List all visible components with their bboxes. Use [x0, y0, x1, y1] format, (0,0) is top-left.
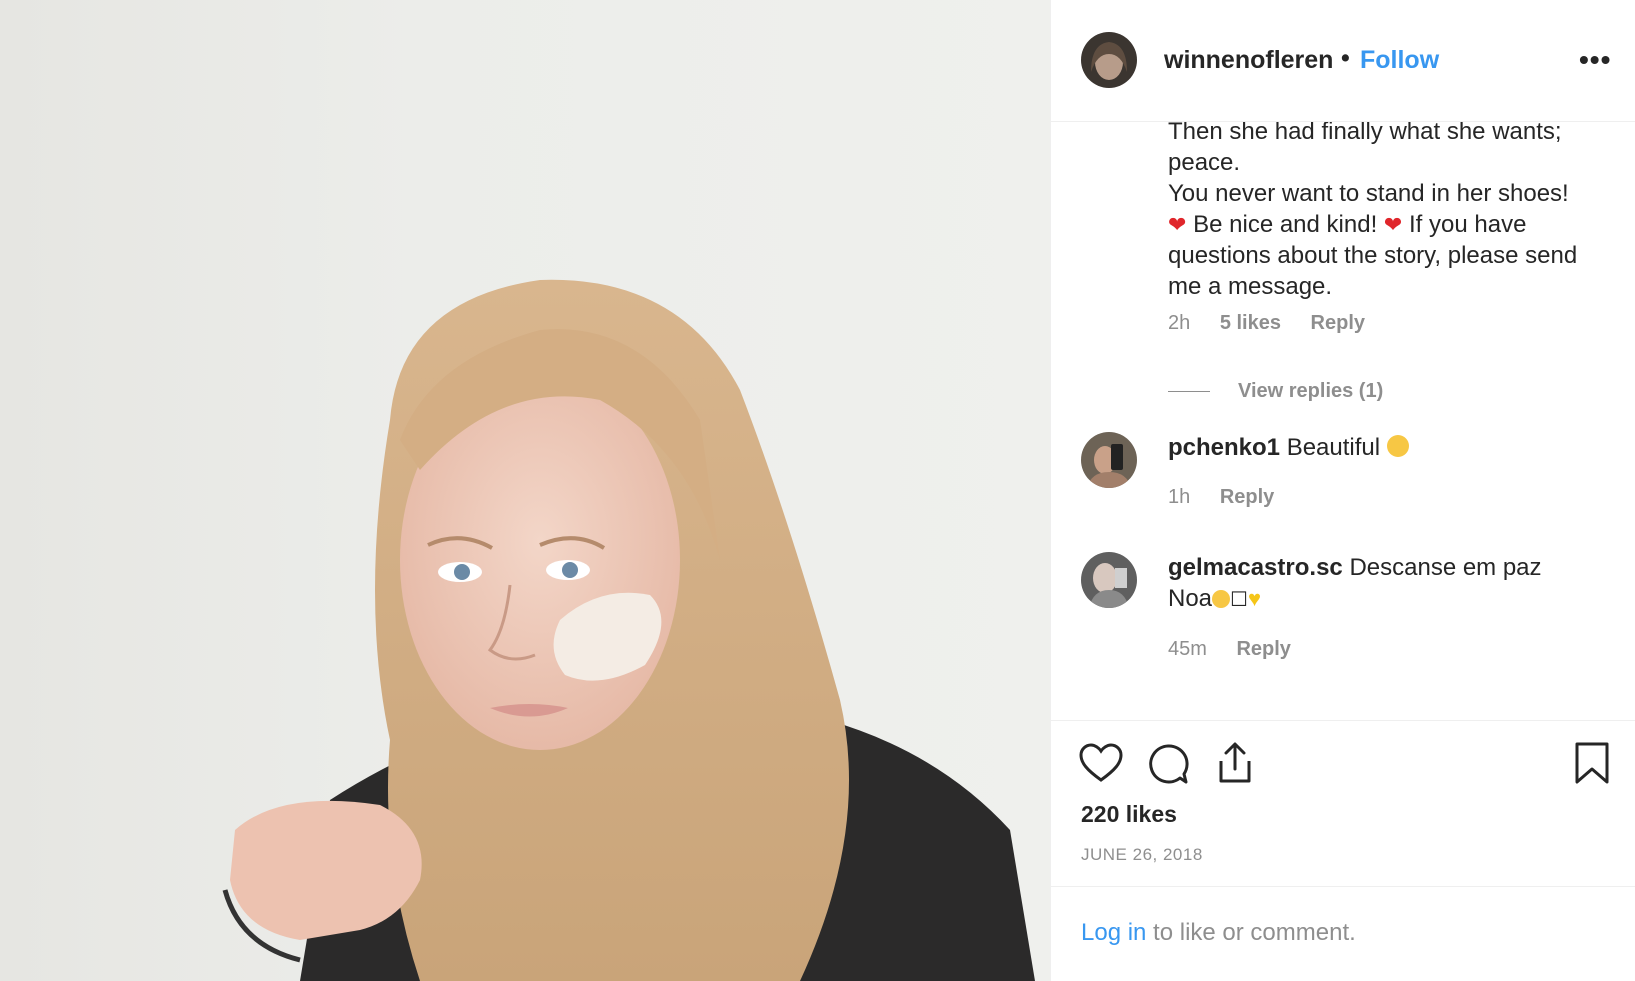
comment-reply-button[interactable]: Reply: [1220, 486, 1274, 508]
caption-line: You never want to stand in her shoes!: [1168, 180, 1569, 207]
comment-icon[interactable]: [1147, 743, 1189, 790]
caption-fragment: If you have: [1409, 211, 1527, 238]
comment-reply-button[interactable]: Reply: [1236, 638, 1290, 660]
commenter-avatar[interactable]: [1081, 552, 1137, 608]
post-date[interactable]: JUNE 26, 2018: [1081, 845, 1203, 865]
view-replies-label: View replies (1): [1238, 380, 1384, 402]
post-likes-count[interactable]: 220 likes: [1081, 801, 1177, 828]
commenter-username[interactable]: gelmacastro.sc: [1168, 554, 1343, 581]
heart-eyes-emoji-icon: [1386, 435, 1409, 457]
comment-text: pchenko1 Beautiful: [1168, 432, 1608, 463]
replies-divider: [1168, 391, 1210, 393]
missing-glyph-icon: ☐: [1230, 589, 1248, 611]
red-heart-emoji-icon: ❤: [1168, 212, 1187, 237]
author-avatar[interactable]: [1081, 32, 1137, 88]
caption-fragment: Be nice and kind!: [1193, 211, 1378, 238]
caption-line: questions about the story, please send: [1168, 242, 1578, 269]
angel-emoji-icon: [1212, 590, 1231, 608]
caption-likes[interactable]: 5 likes: [1220, 312, 1281, 334]
author-username[interactable]: winnenofleren: [1164, 46, 1333, 75]
comment-body: Descanse em paz: [1349, 554, 1542, 581]
caption-line: me a message.: [1168, 273, 1333, 300]
comment-text: gelmacastro.sc Descanse em paz Noa ☐♥: [1168, 552, 1608, 616]
comment-time[interactable]: 45m: [1168, 638, 1207, 660]
commenter-username[interactable]: pchenko1: [1168, 434, 1280, 461]
caption-line: peace.: [1168, 149, 1241, 176]
heart-icon[interactable]: [1079, 743, 1123, 788]
post-panel: winnenofleren • Follow ••• Then she had …: [1050, 0, 1635, 981]
bookmark-icon[interactable]: [1574, 741, 1610, 790]
caption-meta: 2h 5 likes Reply: [1168, 312, 1389, 335]
comment-body: Beautiful: [1286, 434, 1381, 461]
caption-line: ❤ Be nice and kind! ❤ If you have: [1168, 209, 1608, 240]
login-prompt-rest: to like or comment.: [1146, 919, 1356, 946]
comment-meta: 45m Reply: [1168, 638, 1315, 661]
caption-line: Then she had finally what she wants;: [1168, 122, 1562, 145]
comments-list[interactable]: Then she had finally what she wants; pea…: [1051, 122, 1635, 720]
share-icon[interactable]: [1215, 741, 1255, 790]
portrait-photo: [222, 279, 1035, 981]
comment-body: Noa: [1168, 585, 1213, 612]
comment-time[interactable]: 1h: [1168, 486, 1190, 508]
follow-button[interactable]: Follow: [1360, 46, 1439, 75]
view-replies-button[interactable]: View replies (1): [1168, 380, 1383, 403]
post-photo[interactable]: [0, 0, 1050, 981]
commenter-avatar[interactable]: [1081, 432, 1137, 488]
yellow-heart-emoji-icon: ♥: [1247, 586, 1262, 611]
login-link[interactable]: Log in: [1081, 919, 1146, 946]
post-header: winnenofleren • Follow •••: [1051, 0, 1635, 122]
caption-text: Then she had finally what she wants; pea…: [1168, 122, 1608, 302]
login-prompt: Log in to like or comment.: [1081, 919, 1356, 947]
caption-time[interactable]: 2h: [1168, 312, 1190, 334]
caption-reply-button[interactable]: Reply: [1311, 312, 1365, 334]
login-bar: Log in to like or comment.: [1051, 886, 1635, 981]
red-heart-emoji-icon: ❤: [1383, 212, 1403, 237]
post-actions: 220 likes JUNE 26, 2018: [1051, 720, 1635, 886]
separator-dot: •: [1341, 44, 1350, 72]
comment-meta: 1h Reply: [1168, 486, 1298, 509]
more-options-icon[interactable]: •••: [1579, 44, 1611, 76]
